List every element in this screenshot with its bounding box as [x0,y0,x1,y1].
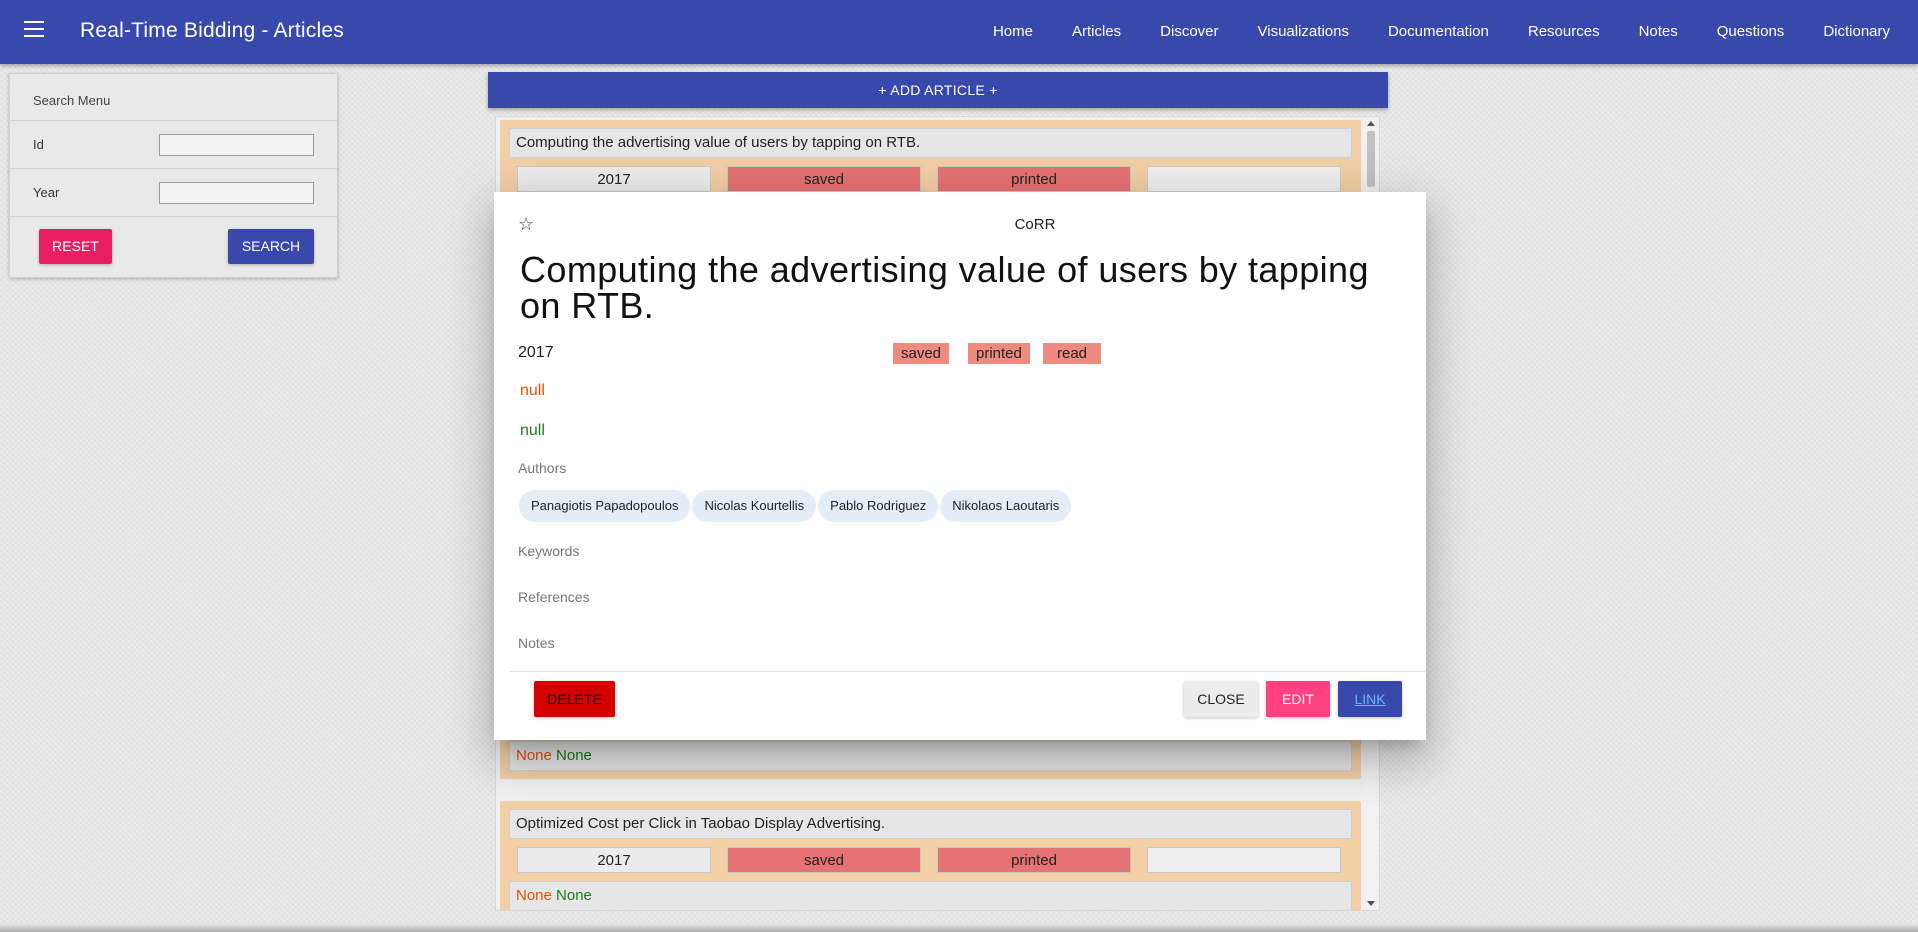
delete-button[interactable]: DELETE [534,681,615,717]
article-meta-row: 2017 saved printed [517,166,1347,192]
hamburger-menu-icon[interactable] [24,21,46,43]
app-bar: Real-Time Bidding - Articles Home Articl… [0,0,1918,64]
scroll-down-arrow-icon[interactable] [1367,901,1375,906]
article-footer: None None [509,881,1352,910]
add-article-button[interactable]: + ADD ARTICLE + [488,72,1388,108]
id-input[interactable] [159,134,314,156]
nav-documentation[interactable]: Documentation [1367,0,1507,64]
article-year: 2017 [517,847,711,873]
journal-name: CoRR [1014,216,1056,233]
nav-resources[interactable]: Resources [1507,0,1618,64]
divider [10,168,337,169]
article-meta-row: 2017 saved printed [517,847,1347,873]
nav-visualizations[interactable]: Visualizations [1237,0,1367,64]
link-button[interactable]: LINK [1338,681,1402,717]
dialog-title: Computing the advertising value of users… [520,249,1369,326]
search-button[interactable]: SEARCH [228,229,314,264]
search-menu-title: Search Menu [33,93,111,108]
divider [10,216,337,217]
scroll-up-arrow-icon[interactable] [1367,121,1375,126]
nav-notes[interactable]: Notes [1618,0,1696,64]
year-label: Year [33,185,60,200]
reset-button[interactable]: RESET [39,229,112,264]
close-button[interactable]: CLOSE [1184,681,1258,717]
article-card[interactable]: Optimized Cost per Click in Taobao Displ… [500,801,1361,910]
edit-button[interactable]: EDIT [1266,681,1330,717]
divider [10,120,337,121]
status-read[interactable] [1147,166,1341,192]
status-printed[interactable]: printed [937,166,1131,192]
article-venue: None [516,747,552,764]
author-chip[interactable]: Nikolaos Laoutaris [940,490,1072,522]
article-venue: None [516,887,552,904]
dialog-doi: null [520,422,545,439]
author-chip[interactable]: Nicolas Kourtellis [692,490,817,522]
scroll-thumb[interactable] [1367,131,1375,187]
article-detail-dialog: ☆ CoRR Computing the advertising value o… [494,192,1426,740]
nav-questions[interactable]: Questions [1696,0,1803,64]
app-title: Real-Time Bidding - Articles [80,19,344,42]
article-title[interactable]: Optimized Cost per Click in Taobao Displ… [509,809,1352,839]
tag-saved[interactable]: saved [893,343,950,364]
status-saved[interactable]: saved [727,166,921,192]
status-printed[interactable]: printed [937,847,1131,873]
article-footer: None None [509,741,1352,771]
author-chip[interactable]: Panagiotis Papadopoulos [519,490,691,522]
dialog-divider [510,671,1426,672]
dialog-year: 2017 [518,344,554,361]
top-nav: Home Articles Discover Visualizations Do… [972,0,1918,64]
notes-label: Notes [518,635,555,651]
id-label: Id [33,137,44,152]
authors-list: Panagiotis Papadopoulos Nicolas Kourtell… [519,490,1073,522]
article-doi: None [556,747,592,764]
search-menu: Search Menu Id Year RESET SEARCH [9,73,338,278]
article-title[interactable]: Computing the advertising value of users… [509,128,1352,158]
tag-printed[interactable]: printed [968,343,1030,364]
author-chip[interactable]: Pablo Rodriguez [818,490,939,522]
authors-label: Authors [518,460,567,476]
article-doi: None [556,887,592,904]
status-read[interactable] [1147,847,1341,873]
keywords-label: Keywords [518,543,580,559]
references-label: References [518,589,590,605]
article-year: 2017 [517,166,711,192]
nav-dictionary[interactable]: Dictionary [1802,0,1918,64]
year-input[interactable] [159,182,314,204]
nav-articles[interactable]: Articles [1051,0,1139,64]
page-bottom-edge [0,924,1918,932]
status-saved[interactable]: saved [727,847,921,873]
dialog-venue: null [520,382,545,399]
nav-home[interactable]: Home [972,0,1051,64]
tag-read[interactable]: read [1043,343,1102,364]
nav-discover[interactable]: Discover [1139,0,1236,64]
